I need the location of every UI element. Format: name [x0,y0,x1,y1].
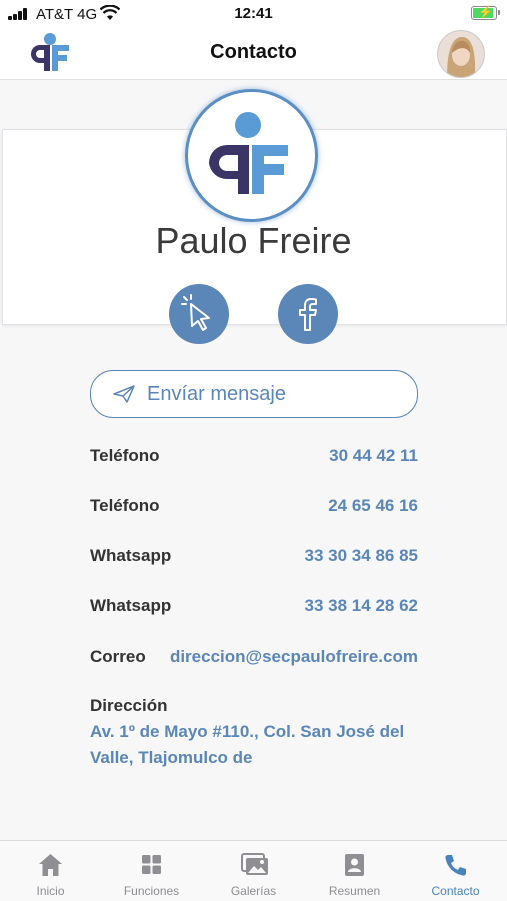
clock: 12:41 [234,5,273,22]
profile-card-icon [345,854,364,876]
address-value[interactable]: Av. 1º de Mayo #110., Col. San José del … [90,719,420,771]
tab-label: Contacto [431,884,480,898]
profile-name: Paulo Freire [155,220,352,261]
whatsapp-value[interactable]: 33 38 14 28 62 [305,596,418,616]
grid-icon [142,855,161,874]
tab-resumen[interactable]: Resumen [304,841,405,901]
phone-label: Teléfono [90,496,160,515]
whatsapp-label: Whatsapp [90,596,172,615]
app-header: Contacto [0,28,507,80]
avatar[interactable] [437,30,485,78]
address-label: Dirección [90,696,168,715]
school-logo-icon [209,112,288,194]
cursor-click-icon [181,294,210,331]
tab-label: Inicio [36,884,65,898]
facebook-icon [299,298,317,331]
email-value[interactable]: direccion@secpaulofreire.com [170,647,418,667]
user-photo-icon [438,31,484,77]
status-bar: AT&T 4G 12:41 ⚡ [0,0,507,28]
profile-logo [185,89,318,222]
tab-inicio[interactable]: Inicio [0,841,101,901]
send-message-label: Envíar mensaje [147,383,286,405]
tab-galerias[interactable]: Galerías [203,841,304,901]
phone-value[interactable]: 30 44 42 11 [329,446,418,466]
email-label: Correo [90,647,146,666]
send-message-button[interactable]: Envíar mensaje [90,370,418,418]
tab-label: Galerías [230,884,277,898]
phone-label: Teléfono [90,446,160,465]
tab-label: Resumen [328,884,381,898]
tab-funciones[interactable]: Funciones [101,841,202,901]
tab-bar: Inicio Funciones Galerías Resumen Contac… [0,840,507,901]
home-icon [39,854,62,876]
website-button[interactable] [169,284,229,344]
phone-icon [445,855,466,876]
facebook-button[interactable] [278,284,338,344]
tab-label: Funciones [123,884,180,898]
tab-contacto[interactable]: Contacto [405,841,506,901]
whatsapp-label: Whatsapp [90,546,172,565]
whatsapp-value[interactable]: 33 30 34 86 85 [305,546,418,566]
gallery-icon [241,853,268,875]
paper-plane-icon [113,385,135,403]
phone-value[interactable]: 24 65 46 16 [328,496,418,516]
battery-icon: ⚡ [471,5,500,20]
page-title: Contacto [210,41,297,63]
